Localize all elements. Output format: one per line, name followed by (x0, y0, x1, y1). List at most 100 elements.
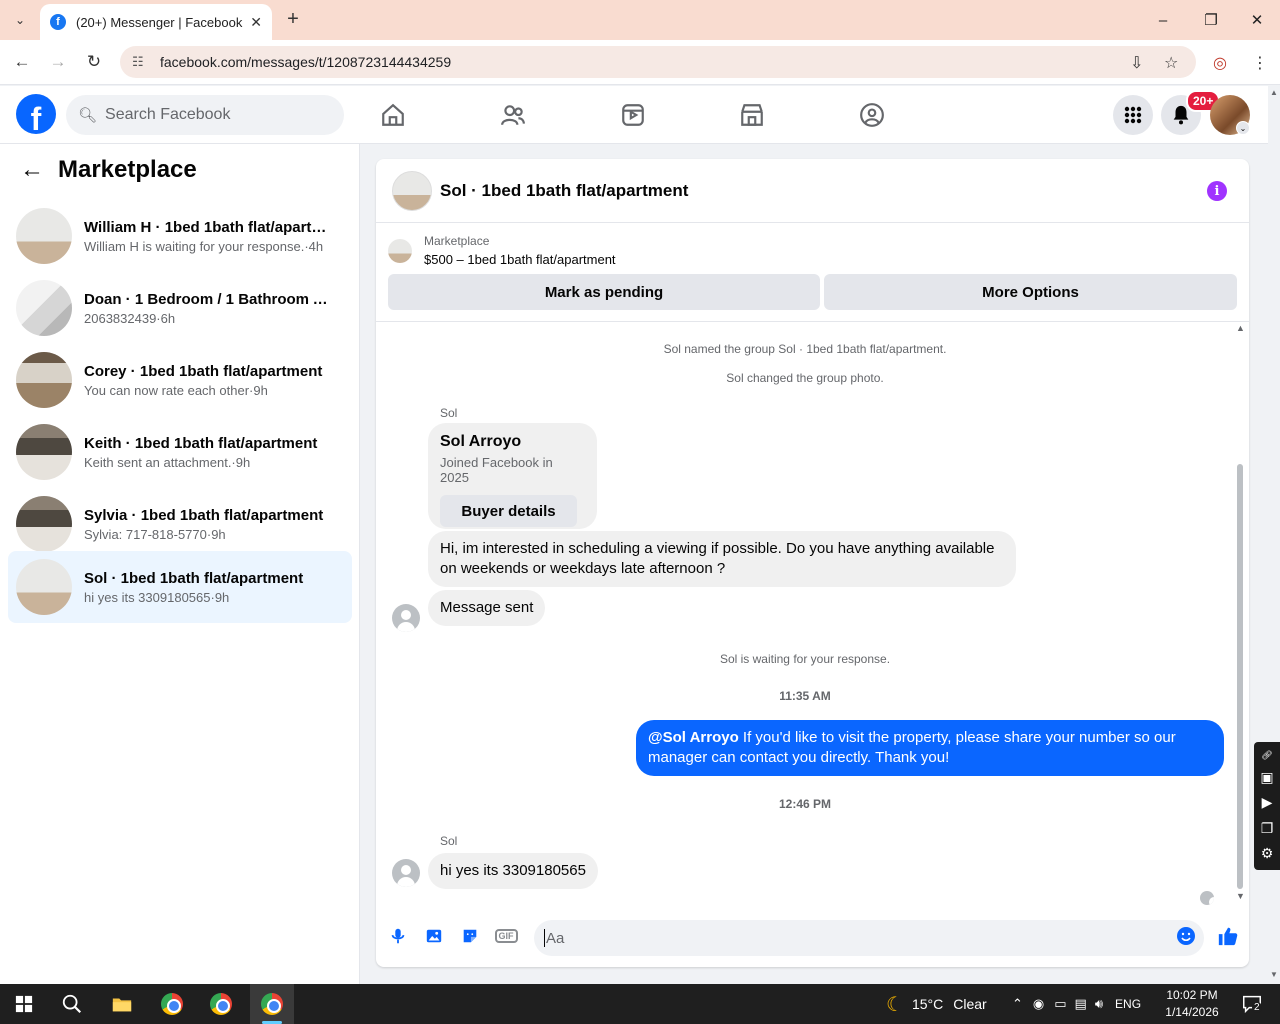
windows-taskbar: ☾ 15°C Clear ⌃ ◉ ▭ ▤ 🔊︎ ENG 10:02 PM 1/1… (0, 984, 1280, 1024)
link-icon[interactable]: 🔗︎ (1261, 750, 1272, 761)
conversation-item[interactable]: Corey · 1bed 1bath flat/apartment You can… (8, 344, 352, 416)
conversation-name: Sylvia · 1bed 1bath flat/apartment (84, 506, 324, 524)
network-icon[interactable]: ▤ (1075, 996, 1087, 1012)
new-tab-icon[interactable]: + (282, 8, 304, 30)
conversation-item-active[interactable]: Sol · 1bed 1bath flat/apartment hi yes it… (8, 551, 352, 623)
conversation-name: Keith · 1bed 1bath flat/apartment (84, 434, 318, 452)
sticker-icon[interactable] (460, 926, 480, 946)
listing-strip[interactable]: Marketplace $500 – 1bed 1bath flat/apart… (388, 234, 616, 267)
profile-icon[interactable]: ◎ (1213, 53, 1227, 73)
facebook-favicon-icon: f (50, 14, 66, 30)
scroll-thumb[interactable] (1237, 464, 1243, 889)
chat-group-avatar[interactable] (392, 170, 432, 211)
site-info-icon[interactable]: ☷ (132, 54, 148, 70)
bookmark-star-icon[interactable]: ☆ (1164, 53, 1178, 73)
search-input[interactable]: 🔍︎ Search Facebook (66, 95, 344, 135)
page-scroll-up-icon[interactable]: ▲ (1270, 88, 1278, 97)
camera-icon[interactable]: ▣ (1260, 769, 1273, 786)
message-bubble[interactable]: Message sent (428, 590, 546, 626)
marketplace-icon[interactable] (737, 100, 767, 130)
chat-scrollbar[interactable]: ▲ ▼ (1235, 323, 1245, 901)
taskbar-clock[interactable]: 10:02 PM 1/14/2026 (1162, 987, 1222, 1021)
message-composer: GIF Aa (376, 914, 1249, 960)
back-arrow-icon[interactable]: ← (20, 156, 44, 184)
taskbar-search-icon[interactable] (58, 990, 86, 1018)
page-scroll-down-icon[interactable]: ▼ (1270, 970, 1278, 979)
tab-title: (20+) Messenger | Facebook (76, 14, 243, 30)
video-camera-icon[interactable]: ▶ (1262, 794, 1273, 811)
conversation-snippet: You can now rate each other·9h (84, 382, 268, 398)
chrome-profile-icon[interactable] (207, 990, 235, 1018)
browser-tab[interactable]: f (20+) Messenger | Facebook ✕ (40, 4, 272, 40)
language-indicator[interactable]: ENG (1115, 997, 1141, 1011)
friends-icon[interactable] (498, 100, 528, 130)
settings-gear-icon[interactable]: ⚙ (1261, 845, 1274, 862)
system-message: Sol changed the group photo. (726, 371, 884, 385)
chrome-active-icon[interactable] (258, 990, 286, 1018)
conversation-thumbnail (16, 352, 72, 408)
listing-label: Marketplace (424, 234, 490, 248)
conversation-item[interactable]: Doan · 1 Bedroom / 1 Bathroom A... 206383… (8, 272, 352, 344)
message-bubble[interactable]: Hi, im interested in scheduling a viewin… (428, 531, 1016, 587)
chrome-icon[interactable] (158, 990, 186, 1018)
mention[interactable]: @Sol Arroyo (648, 729, 739, 746)
restore-icon[interactable]: ❐ (1188, 6, 1234, 34)
buyer-joined: Joined Facebook in 2025 (440, 455, 553, 485)
facebook-logo-icon[interactable]: f (16, 94, 56, 134)
chat-title[interactable]: Sol · 1bed 1bath flat/apartment (440, 181, 688, 201)
sender-avatar[interactable] (392, 859, 420, 887)
emoji-icon[interactable] (1176, 926, 1196, 946)
conversation-item[interactable]: William H · 1bed 1bath flat/apartm... Wil… (8, 200, 352, 272)
windows-start-icon[interactable] (10, 990, 38, 1018)
window-close-icon[interactable]: ✕ (1234, 6, 1280, 34)
notification-center-count: 2 (1252, 1002, 1262, 1013)
url-field[interactable]: ☷ facebook.com/messages/t/12087231444342… (120, 46, 1196, 78)
divider (376, 321, 1249, 322)
conversation-snippet: Sylvia: 717-818-5770·9h (84, 526, 226, 542)
tray-chevron-icon[interactable]: ⌃ (1012, 996, 1023, 1012)
home-icon[interactable] (378, 100, 408, 130)
video-icon[interactable] (618, 100, 648, 130)
sender-avatar[interactable] (392, 604, 420, 632)
my-message-bubble[interactable]: @Sol Arroyo If you'd like to visit the p… (636, 720, 1224, 776)
buyer-details-button[interactable]: Buyer details (440, 495, 577, 527)
menu-grid-icon[interactable] (1113, 95, 1153, 135)
mark-as-pending-button[interactable]: Mark as pending (388, 274, 820, 310)
volume-icon[interactable]: 🔊︎ (1095, 996, 1103, 1012)
browser-menu-icon[interactable]: ⋮ (1252, 53, 1268, 73)
photo-icon[interactable] (424, 926, 444, 946)
like-thumb-icon[interactable] (1216, 924, 1240, 948)
facebook-header: f 🔍︎ Search Facebook 20+ ⌄ (0, 86, 1268, 144)
more-options-button[interactable]: More Options (824, 274, 1237, 310)
groups-icon[interactable] (857, 100, 887, 130)
account-chevron-icon[interactable]: ⌄ (1236, 121, 1250, 135)
message-input[interactable]: Aa (534, 920, 1204, 956)
conversation-snippet: Keith sent an attachment.·9h (84, 454, 251, 470)
weather-widget[interactable]: ☾ 15°C Clear (886, 984, 987, 1024)
buyer-profile-card: Sol Arroyo Joined Facebook in 2025 Buyer… (428, 423, 597, 529)
conversation-name: Doan · 1 Bedroom / 1 Bathroom A... (84, 290, 334, 308)
forward-icon[interactable]: → (46, 50, 70, 74)
install-app-icon[interactable]: ⇩ (1130, 53, 1143, 73)
meet-icon[interactable]: ▭ (1054, 996, 1066, 1012)
system-tray: ⌃ ◉ ▭ ▤ 🔊︎ ENG (1012, 984, 1141, 1024)
conversation-item[interactable]: Sylvia · 1bed 1bath flat/apartment Sylvia… (8, 488, 352, 560)
gif-icon[interactable]: GIF (494, 926, 518, 946)
conversation-item[interactable]: Keith · 1bed 1bath flat/apartment Keith s… (8, 416, 352, 488)
sidebar-header: ← Marketplace (20, 156, 197, 184)
reload-icon[interactable]: ↻ (82, 50, 106, 74)
file-explorer-icon[interactable] (108, 990, 136, 1018)
microphone-icon[interactable] (388, 926, 408, 946)
minimize-icon[interactable]: – (1140, 6, 1186, 34)
back-icon[interactable]: ← (10, 50, 34, 74)
buyer-name: Sol Arroyo (440, 433, 522, 450)
tab-close-icon[interactable]: ✕ (250, 14, 262, 31)
window-capture-icon[interactable]: ❐ (1261, 820, 1274, 837)
message-bubble[interactable]: hi yes its 3309180565 (428, 853, 598, 889)
record-icon[interactable]: ◉ (1033, 996, 1044, 1012)
info-icon[interactable]: i (1207, 181, 1227, 201)
notification-center-icon[interactable]: 2 (1238, 990, 1266, 1018)
scroll-down-icon[interactable]: ▼ (1236, 891, 1245, 901)
tab-search-chevron-icon[interactable]: ⌄ (6, 7, 34, 33)
scroll-up-icon[interactable]: ▲ (1236, 323, 1245, 333)
